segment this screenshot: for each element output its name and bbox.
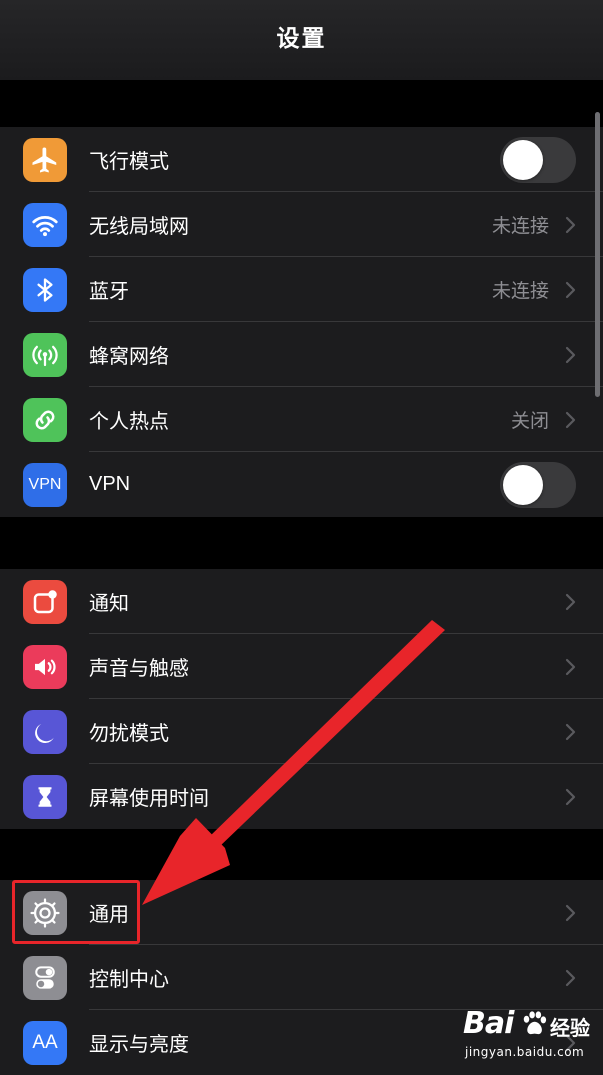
annotation-highlight-box bbox=[12, 880, 140, 944]
watermark-suffix: 经验 bbox=[550, 1016, 590, 1040]
baidu-jingyan-watermark: Bai 经验 jingyan.baidu.com bbox=[455, 1002, 600, 1072]
paw-logo-icon bbox=[523, 1011, 547, 1035]
watermark-brand: Bai bbox=[463, 1006, 514, 1041]
watermark-domain: jingyan.baidu.com bbox=[465, 1045, 585, 1059]
